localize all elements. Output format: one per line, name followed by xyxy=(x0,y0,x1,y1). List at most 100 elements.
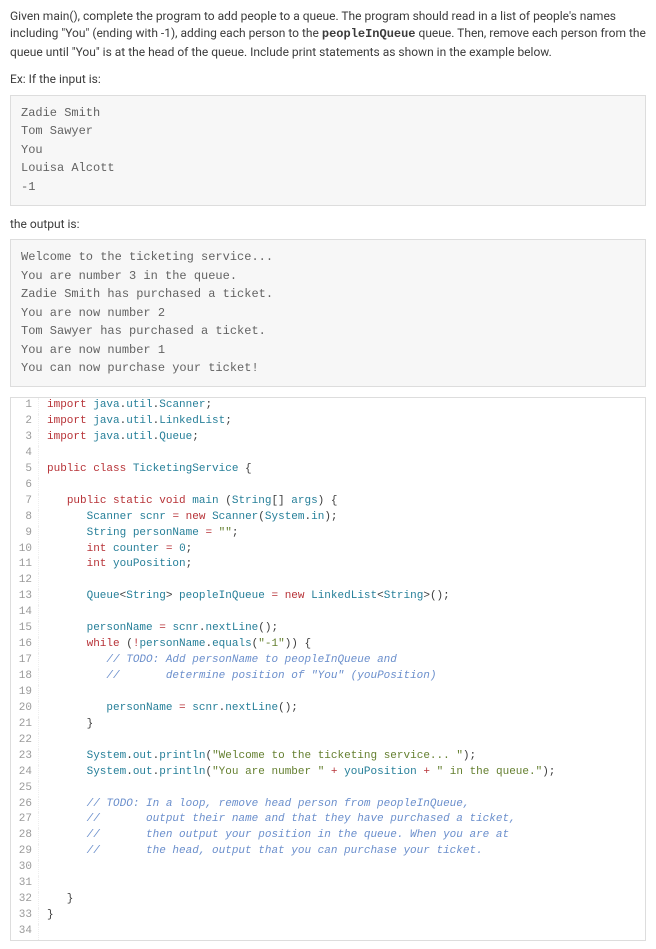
code-line-source[interactable]: import java.util.Scanner; xyxy=(39,398,645,414)
code-line-source[interactable]: } xyxy=(39,892,645,908)
code-line-source[interactable] xyxy=(39,573,645,589)
intro-bold: peopleInQueue xyxy=(322,27,416,41)
line-number: 22 xyxy=(11,733,39,749)
code-line-source[interactable] xyxy=(39,781,645,797)
code-line-source[interactable] xyxy=(39,860,645,876)
code-line: 16 while (!personName.equals("-1")) { xyxy=(11,637,645,653)
code-line-source[interactable]: public class TicketingService { xyxy=(39,462,645,478)
code-line-source[interactable] xyxy=(39,478,645,494)
code-line: 3import java.util.Queue; xyxy=(11,430,645,446)
line-number: 21 xyxy=(11,717,39,733)
code-line: 8 Scanner scnr = new Scanner(System.in); xyxy=(11,510,645,526)
line-number: 5 xyxy=(11,462,39,478)
code-line-source[interactable] xyxy=(39,733,645,749)
line-number: 30 xyxy=(11,860,39,876)
example-input-block: Zadie Smith Tom Sawyer You Louisa Alcott… xyxy=(10,95,646,206)
line-number: 34 xyxy=(11,924,39,940)
code-line-source[interactable]: Scanner scnr = new Scanner(System.in); xyxy=(39,510,645,526)
code-editor-panel: 1import java.util.Scanner;2import java.u… xyxy=(10,397,646,941)
code-line: 24 System.out.println("You are number " … xyxy=(11,765,645,781)
line-number: 3 xyxy=(11,430,39,446)
code-line-source[interactable] xyxy=(39,446,645,462)
code-line: 28 // then output your position in the q… xyxy=(11,828,645,844)
code-line: 13 Queue<String> peopleInQueue = new Lin… xyxy=(11,589,645,605)
line-number: 26 xyxy=(11,797,39,813)
code-line-source[interactable]: personName = scnr.nextLine(); xyxy=(39,621,645,637)
line-number: 4 xyxy=(11,446,39,462)
line-number: 7 xyxy=(11,494,39,510)
line-number: 18 xyxy=(11,669,39,685)
line-number: 17 xyxy=(11,653,39,669)
line-number: 27 xyxy=(11,812,39,828)
code-line: 33} xyxy=(11,908,645,924)
code-line: 18 // determine position of "You" (youPo… xyxy=(11,669,645,685)
code-line: 1import java.util.Scanner; xyxy=(11,398,645,414)
code-line-source[interactable]: // TODO: Add personName to peopleInQueue… xyxy=(39,653,645,669)
code-line: 6 xyxy=(11,478,645,494)
code-line-source[interactable]: int counter = 0; xyxy=(39,542,645,558)
code-line-source[interactable]: // output their name and that they have … xyxy=(39,812,645,828)
code-line-source[interactable]: int youPosition; xyxy=(39,557,645,573)
code-line-source[interactable]: } xyxy=(39,717,645,733)
code-line: 30 xyxy=(11,860,645,876)
code-line-source[interactable]: import java.util.LinkedList; xyxy=(39,414,645,430)
code-line-source[interactable]: // determine position of "You" (youPosit… xyxy=(39,669,645,685)
line-number: 8 xyxy=(11,510,39,526)
line-number: 12 xyxy=(11,573,39,589)
line-number: 6 xyxy=(11,478,39,494)
code-line-source[interactable] xyxy=(39,924,645,940)
line-number: 33 xyxy=(11,908,39,924)
line-number: 20 xyxy=(11,701,39,717)
code-line-source[interactable]: // the head, output that you can purchas… xyxy=(39,844,645,860)
code-line: 10 int counter = 0; xyxy=(11,542,645,558)
line-number: 32 xyxy=(11,892,39,908)
code-line: 12 xyxy=(11,573,645,589)
code-line: 2import java.util.LinkedList; xyxy=(11,414,645,430)
code-line: 31 xyxy=(11,876,645,892)
code-line-source[interactable]: System.out.println("Welcome to the ticke… xyxy=(39,749,645,765)
code-line: 14 xyxy=(11,605,645,621)
code-line: 26 // TODO: In a loop, remove head perso… xyxy=(11,797,645,813)
code-line-source[interactable]: public static void main (String[] args) … xyxy=(39,494,645,510)
code-line-source[interactable]: personName = scnr.nextLine(); xyxy=(39,701,645,717)
code-line: 19 xyxy=(11,685,645,701)
code-line-source[interactable]: import java.util.Queue; xyxy=(39,430,645,446)
code-line: 21 } xyxy=(11,717,645,733)
code-line: 25 xyxy=(11,781,645,797)
code-line-source[interactable]: // TODO: In a loop, remove head person f… xyxy=(39,797,645,813)
line-number: 9 xyxy=(11,526,39,542)
line-number: 2 xyxy=(11,414,39,430)
code-line: 29 // the head, output that you can purc… xyxy=(11,844,645,860)
code-line: 9 String personName = ""; xyxy=(11,526,645,542)
code-line: 11 int youPosition; xyxy=(11,557,645,573)
code-line: 5public class TicketingService { xyxy=(11,462,645,478)
code-line-source[interactable]: Queue<String> peopleInQueue = new Linked… xyxy=(39,589,645,605)
code-line: 23 System.out.println("Welcome to the ti… xyxy=(11,749,645,765)
code-line-source[interactable]: System.out.println("You are number " + y… xyxy=(39,765,645,781)
code-line: 7 public static void main (String[] args… xyxy=(11,494,645,510)
code-line: 20 personName = scnr.nextLine(); xyxy=(11,701,645,717)
code-line-source[interactable]: } xyxy=(39,908,645,924)
code-line-source[interactable]: while (!personName.equals("-1")) { xyxy=(39,637,645,653)
code-line-source[interactable] xyxy=(39,685,645,701)
line-number: 29 xyxy=(11,844,39,860)
code-line-source[interactable]: String personName = ""; xyxy=(39,526,645,542)
line-number: 10 xyxy=(11,542,39,558)
line-number: 1 xyxy=(11,398,39,414)
line-number: 13 xyxy=(11,589,39,605)
code-line: 4 xyxy=(11,446,645,462)
line-number: 31 xyxy=(11,876,39,892)
example-input-header: Ex: If the input is: xyxy=(10,71,646,88)
problem-intro: Given main(), complete the program to ad… xyxy=(10,8,646,61)
code-line-source[interactable] xyxy=(39,605,645,621)
code-line: 22 xyxy=(11,733,645,749)
code-line: 27 // output their name and that they ha… xyxy=(11,812,645,828)
code-line: 15 personName = scnr.nextLine(); xyxy=(11,621,645,637)
code-line-source[interactable] xyxy=(39,876,645,892)
code-line: 32 } xyxy=(11,892,645,908)
code-line-source[interactable]: // then output your position in the queu… xyxy=(39,828,645,844)
line-number: 24 xyxy=(11,765,39,781)
line-number: 23 xyxy=(11,749,39,765)
line-number: 25 xyxy=(11,781,39,797)
example-output-block: Welcome to the ticketing service... You … xyxy=(10,239,646,387)
